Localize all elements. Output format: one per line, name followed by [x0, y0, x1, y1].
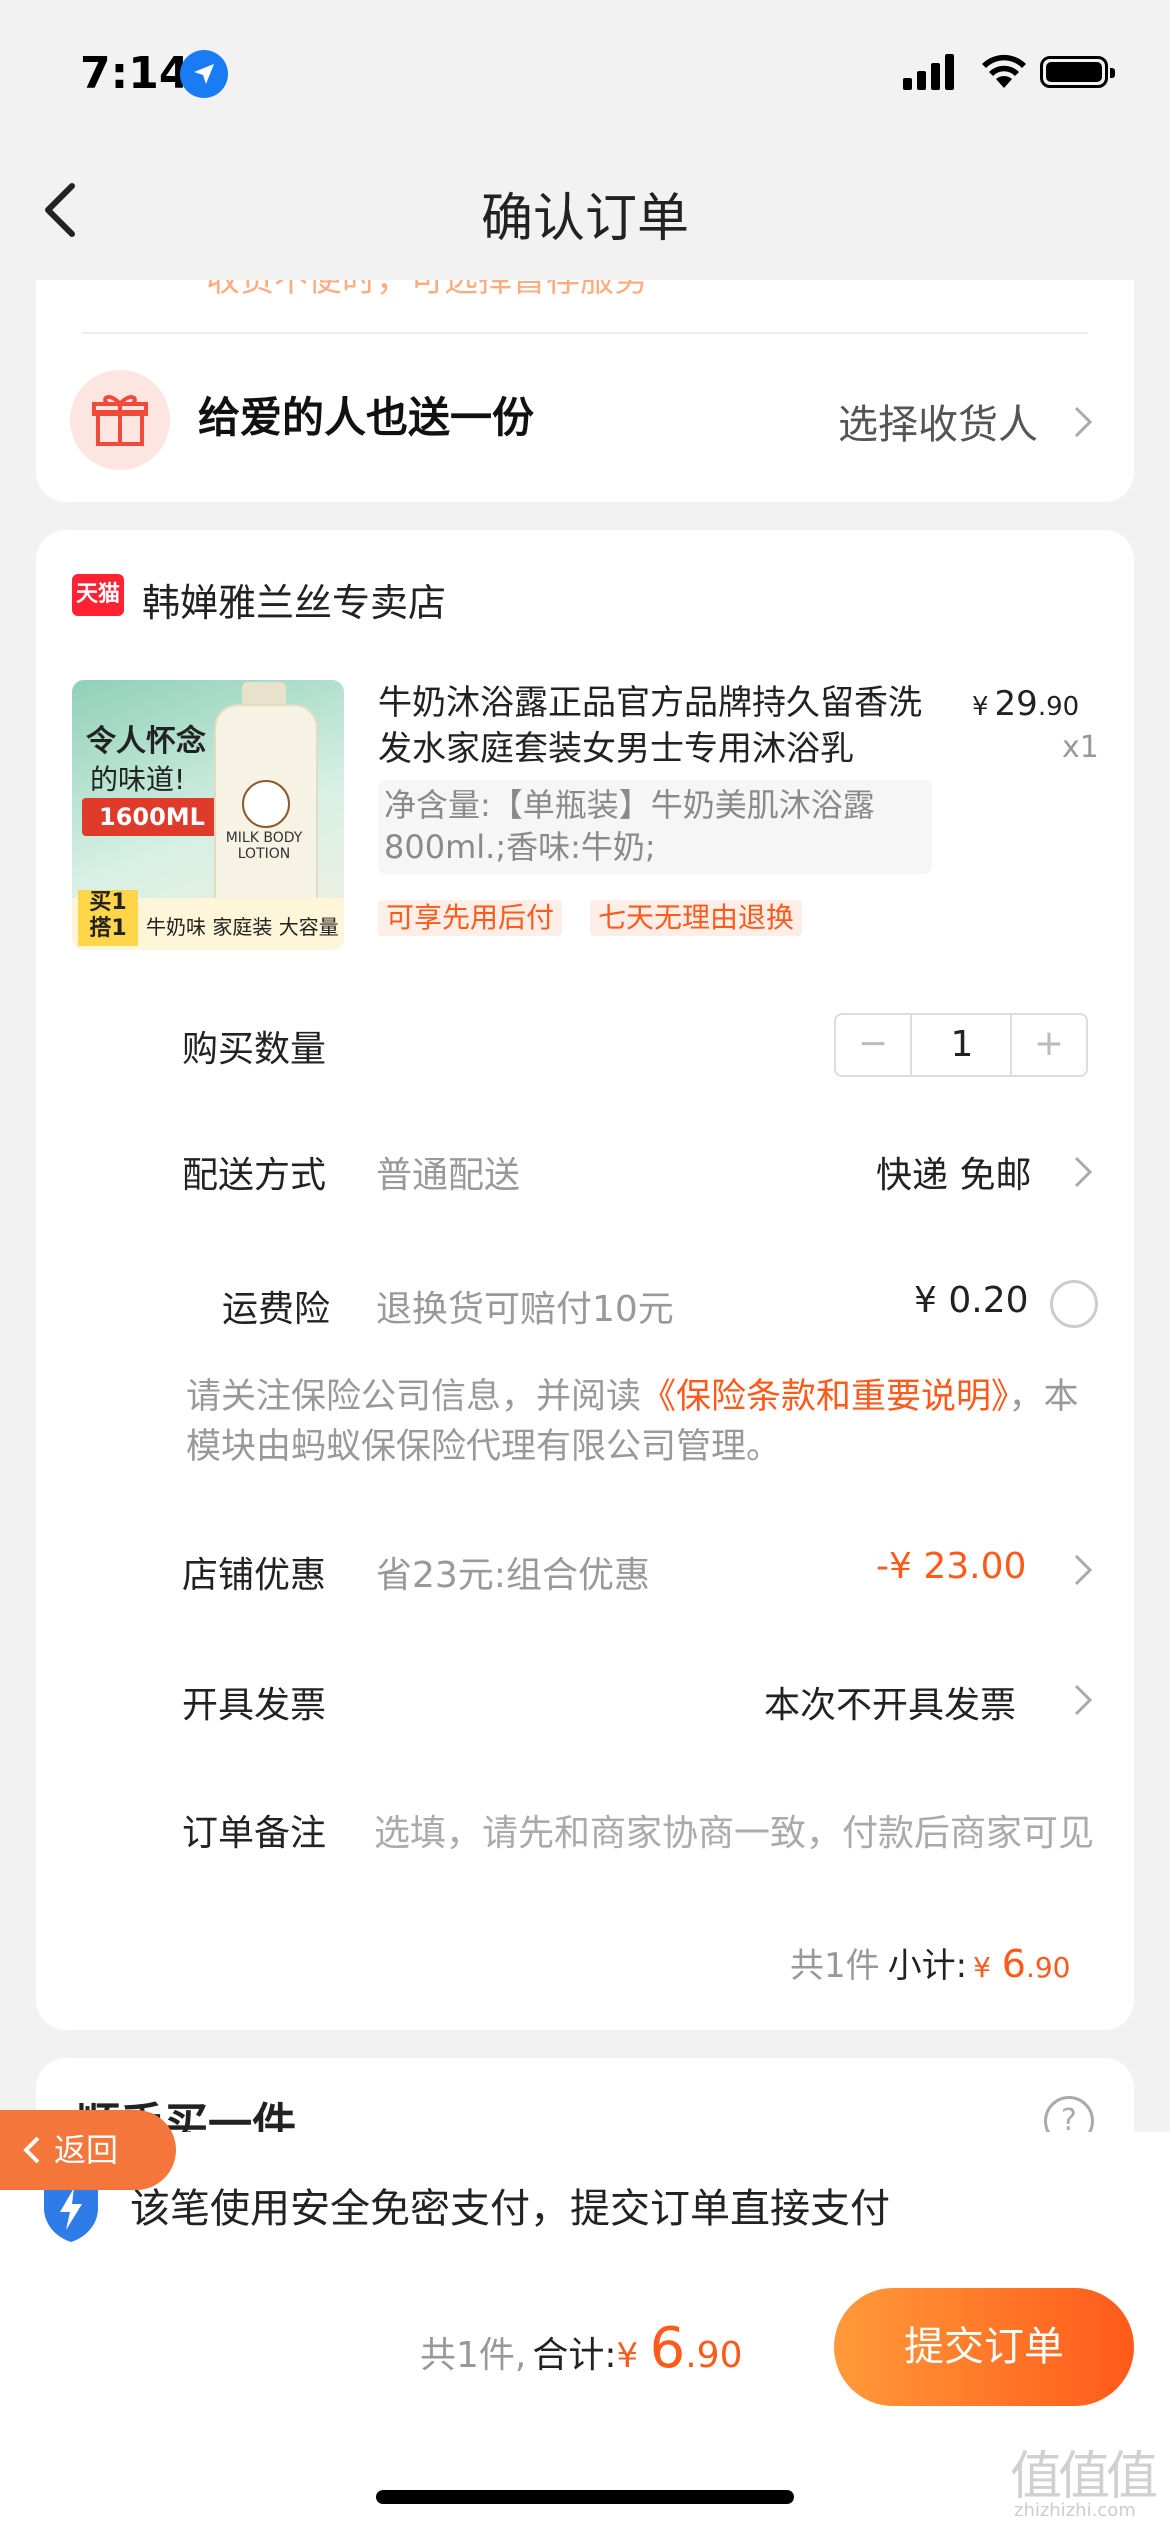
total-count: 共1件,	[420, 2335, 527, 2376]
subtotal-label: 小计:	[887, 1946, 968, 1986]
shipping-label: 配送方式	[182, 1155, 327, 1196]
battery-icon	[1040, 56, 1115, 88]
shop-name[interactable]: 韩婵雅兰丝专卖店	[142, 572, 446, 627]
buy-line-2: 搭1	[89, 916, 127, 941]
remark-input[interactable]: 选填，请先和商家协商一致，付款后商家可见	[374, 1804, 1094, 1856]
insurance-price: ¥ 0.20	[914, 1280, 1029, 1321]
subtotal-amount: ¥ 6.90	[973, 1942, 1071, 1986]
cow-logo-icon	[242, 780, 290, 828]
shipping-value[interactable]: 快递 免邮	[876, 1146, 1031, 1198]
invoice-label: 开具发票	[182, 1685, 327, 1726]
discount-label: 店铺优惠	[182, 1555, 327, 1596]
divider	[82, 332, 1088, 334]
insurance-terms-link[interactable]: 《保险条款和重要说明》	[641, 1377, 1009, 1417]
subtotal-dec: .90	[1025, 1951, 1071, 1984]
tmall-badge: 天猫	[72, 574, 124, 616]
insurance-label: 运费险	[222, 1289, 331, 1330]
product-title[interactable]: 牛奶沐浴露正品官方品牌持久留香洗发水家庭套装女男士专用沐浴乳	[378, 680, 938, 772]
bottle-label: MILK BODY LOTION	[225, 830, 303, 862]
chevron-right-icon	[1074, 1156, 1093, 1188]
remark-label: 订单备注	[182, 1813, 327, 1854]
quantity-input[interactable]: 1	[910, 1015, 1014, 1075]
total-label: 合计:	[532, 2335, 617, 2376]
seven-day-return-tag: 七天无理由退换	[590, 900, 803, 936]
price-int: 29	[994, 684, 1038, 724]
watermark-url: zhizhizhi.com	[1014, 2500, 1136, 2521]
product-image[interactable]: 令人怀念 的味道! 1600ML MILK BODY LOTION 买1 搭1 …	[72, 680, 344, 950]
gift-title: 给爱的人也送一份	[198, 393, 535, 442]
buy-line-1: 买1	[89, 890, 127, 915]
total-dec: .90	[685, 2335, 743, 2376]
total-symbol: ¥	[616, 2336, 639, 2376]
image-subline: 的味道!	[90, 763, 186, 796]
price-dec: .90	[1037, 692, 1080, 722]
return-button[interactable]: 返回	[0, 2110, 176, 2190]
chevron-right-icon	[1074, 406, 1093, 438]
status-time: 7:14	[80, 48, 190, 99]
product-spec[interactable]: 净含量:【单瓶装】牛奶美肌沐浴露800ml.;香味:牛奶;	[378, 780, 932, 874]
wifi-icon	[982, 54, 1026, 88]
insurance-note: 请关注保险公司信息，并阅读《保险条款和重要说明》，本模块由蚂蚁保保险代理有限公司…	[186, 1372, 1086, 1472]
price-symbol: ¥	[972, 692, 989, 722]
select-recipient-link[interactable]: 选择收货人	[838, 392, 1038, 450]
return-label: 返回	[54, 2131, 119, 2169]
subtotal: 共1件 小计: ¥ 6.90	[790, 1938, 1070, 1987]
product-quantity: x1	[1062, 730, 1099, 765]
shipping-method: 普通配送	[376, 1155, 521, 1196]
submit-order-button[interactable]: 提交订单	[834, 2288, 1134, 2406]
subtotal-count: 共1件	[790, 1946, 880, 1986]
order-total: 共1件, 合计:¥ 6.90	[420, 2316, 743, 2381]
chevron-right-icon	[1074, 1684, 1093, 1716]
pay-note: 该笔使用安全免密支付，提交订单直接支付	[130, 2186, 890, 2232]
home-indicator[interactable]	[376, 2490, 794, 2504]
image-bar-text: 牛奶味 家庭装 大容量	[146, 915, 339, 939]
signal-icon	[903, 54, 954, 90]
buy-one-get-one-badge: 买1 搭1	[78, 890, 138, 946]
insurance-desc: 退换货可赔付10元	[376, 1289, 674, 1330]
quantity-label: 购买数量	[182, 1029, 327, 1070]
location-arrow-icon	[180, 50, 228, 98]
total-amount: ¥ 6.90	[616, 2316, 743, 2381]
pay-later-tag: 可享先用后付	[378, 900, 563, 936]
gift-icon	[70, 370, 170, 470]
chevron-right-icon	[1074, 1554, 1093, 1586]
page-title: 确认订单	[480, 189, 689, 249]
discount-value[interactable]: -¥ 23.00	[876, 1546, 1026, 1587]
insurance-note-pre: 请关注保险公司信息，并阅读	[186, 1377, 642, 1417]
quantity-stepper: − 1 +	[834, 1013, 1088, 1077]
discount-desc: 省23元:组合优惠	[376, 1555, 650, 1596]
chevron-left-icon	[23, 2136, 40, 2164]
invoice-value[interactable]: 本次不开具发票	[764, 1676, 1016, 1728]
total-int: 6	[649, 2316, 686, 2381]
product-price: ¥29.90	[972, 684, 1079, 724]
volume-badge: 1600ML	[82, 798, 222, 836]
gift-card: 收货不便时，可选择暂存服务	[36, 260, 1134, 502]
insurance-radio[interactable]	[1050, 1280, 1098, 1328]
image-headline: 令人怀念	[86, 724, 206, 759]
quantity-plus-button[interactable]: +	[1010, 1015, 1086, 1075]
watermark: 值值值	[1010, 2447, 1158, 2507]
subtotal-int: 6	[1001, 1942, 1026, 1986]
subtotal-symbol: ¥	[973, 1951, 991, 1984]
quantity-minus-button[interactable]: −	[836, 1015, 912, 1075]
